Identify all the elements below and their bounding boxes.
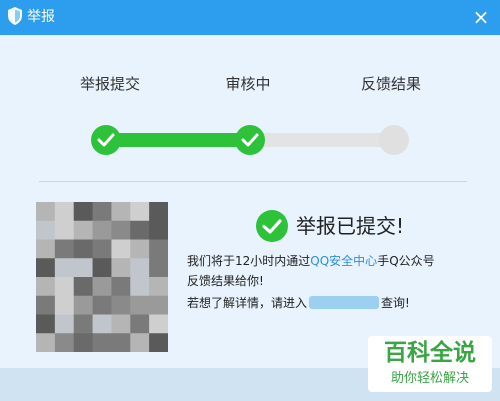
qr-mosaic-cell [149,202,168,222]
redacted-link[interactable] [309,296,380,309]
qr-mosaic-cell [36,277,56,297]
title-bar: 举报 × [0,0,500,35]
qr-mosaic-cell [36,314,56,334]
qr-mosaic-cell [73,333,94,352]
check-icon [241,133,259,147]
result-message-line1: 我们将于12小时内通过QQ安全中心手Q公众号 [187,254,435,268]
qr-mosaic-cell [111,239,131,259]
qr-mosaic-cell [111,277,131,297]
qr-mosaic-cell [130,202,150,222]
qr-mosaic-cell [54,333,75,352]
qr-mosaic-cell [36,333,56,352]
qr-mosaic-cell [92,277,112,297]
qr-mosaic-cell [92,295,112,315]
qr-mosaic-cell [111,333,131,352]
qr-mosaic-cell [36,258,56,278]
qr-mosaic-cell [130,333,150,352]
result-message-line2: 反馈结果给你! [187,274,264,288]
qr-mosaic-cell [73,239,94,259]
close-icon: × [472,5,490,29]
success-check-icon [256,210,288,242]
progress-fill [104,133,254,147]
divider [39,181,467,182]
qr-mosaic-cell [54,258,75,278]
window-title: 举报 [27,9,55,25]
qr-mosaic-cell [92,314,112,334]
qr-mosaic-cell [111,258,131,278]
watermark-logo: 百科全说 助你轻松解决 [368,336,492,392]
qr-mosaic-cell [130,220,150,240]
qr-mosaic-cell [149,258,168,278]
qr-mosaic-cell [54,314,75,334]
qr-mosaic-cell [130,239,150,259]
qr-mosaic-cell [111,220,131,240]
qr-mosaic-cell [149,220,168,240]
step-node-result [379,125,409,155]
qr-mosaic-cell [36,295,56,315]
qr-mosaic-cell [149,239,168,259]
qr-mosaic-cell [73,277,94,297]
result-message-line3: 若想了解详情，请进入 查询! [187,296,410,310]
qr-mosaic-cell [130,295,150,315]
qr-mosaic-cell [149,314,168,334]
qr-mosaic-cell [54,277,75,297]
qr-mosaic-cell [149,333,168,352]
qr-mosaic-cell [73,220,94,240]
qq-security-center-link[interactable]: QQ安全中心 [310,254,377,268]
qr-code-image [36,202,168,352]
qr-mosaic-cell [73,314,94,334]
step-label-result: 反馈结果 [360,75,421,93]
qr-mosaic-cell [130,258,150,278]
watermark-subtitle: 助你轻松解决 [390,371,469,386]
qr-mosaic-cell [73,258,94,278]
qr-mosaic-cell [92,239,112,259]
step-node-review [235,125,265,155]
qr-mosaic-cell [130,314,150,334]
qr-mosaic-cell [36,220,56,240]
qr-mosaic-cell [36,202,56,222]
watermark-title: 百科全说 [384,340,476,366]
qr-mosaic-cell [73,202,94,222]
qr-mosaic-cell [111,295,131,315]
step-node-submit [91,125,121,155]
qr-mosaic-cell [92,202,112,222]
step-label-review: 审核中 [225,75,271,93]
qr-mosaic-cell [130,277,150,297]
qr-mosaic-cell [54,220,75,240]
qr-mosaic-cell [92,333,112,352]
shield-icon [8,7,22,25]
success-title: 举报已提交! [296,214,405,238]
qr-mosaic-cell [54,202,75,222]
qr-mosaic-cell [92,220,112,240]
report-dialog: 举报 × 举报提交 审核中 反馈结果 举报已提交! 我们将于12小时内通过QQ安… [0,0,500,401]
qr-mosaic-cell [54,239,75,259]
check-icon [97,133,115,147]
qr-mosaic-cell [92,258,112,278]
qr-mosaic-cell [54,295,75,315]
qr-mosaic-cell [73,295,94,315]
qr-mosaic-cell [111,314,131,334]
qr-mosaic-cell [111,202,131,222]
qr-mosaic-cell [36,239,56,259]
qr-mosaic-cell [149,295,168,315]
qr-mosaic-cell [149,277,168,297]
close-button[interactable]: × [468,4,494,30]
step-label-submit: 举报提交 [79,75,140,93]
